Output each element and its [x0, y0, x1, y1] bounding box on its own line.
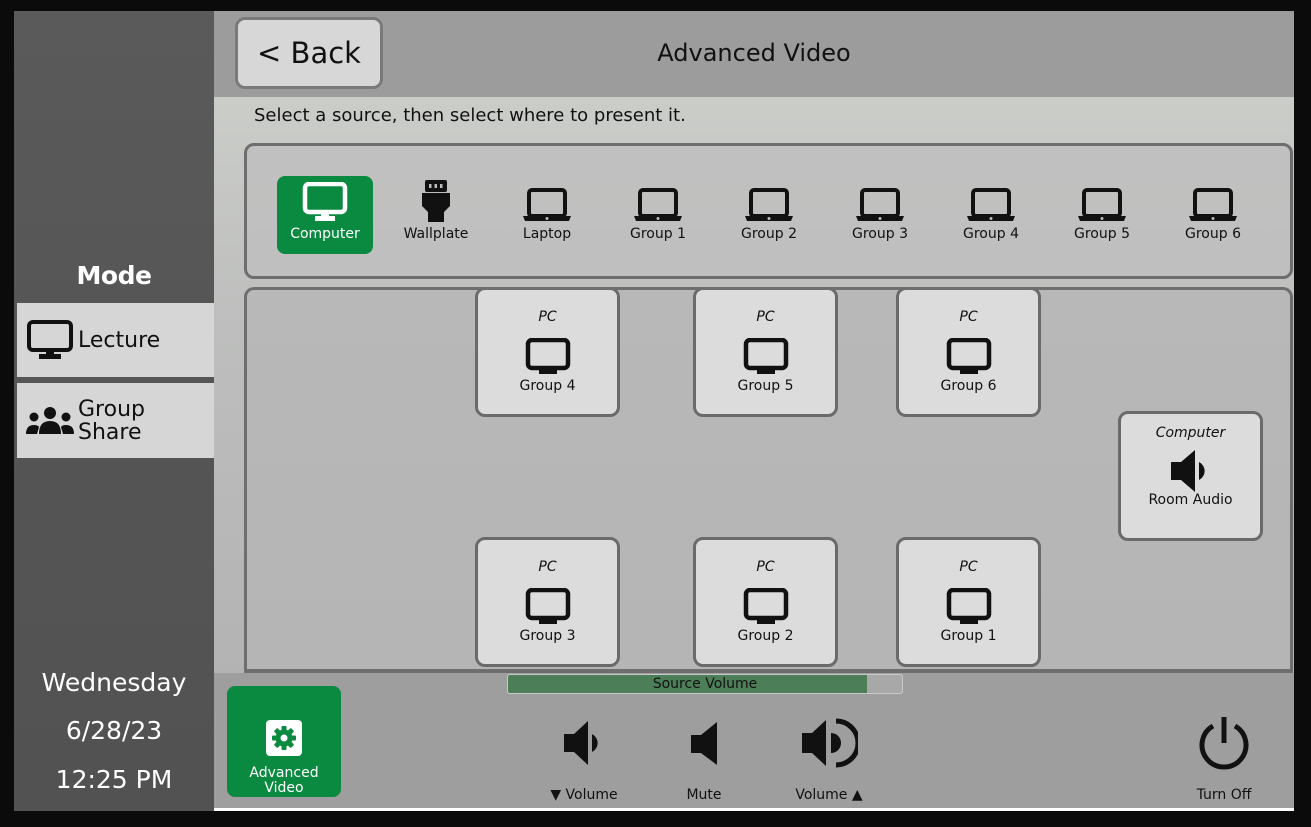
destination-label: Group 2 [737, 628, 794, 644]
instruction-text: Select a source, then select where to pr… [254, 105, 686, 126]
speaker-icon [1169, 450, 1213, 492]
content-area: Select a source, then select where to pr… [214, 97, 1294, 673]
laptop-icon [1078, 176, 1126, 226]
power-icon [1196, 713, 1252, 773]
source-group-1[interactable]: Group 1 [610, 176, 706, 254]
source-group-3[interactable]: Group 3 [832, 176, 928, 254]
source-group-6[interactable]: Group 6 [1165, 176, 1261, 254]
hdmi-plug-icon [421, 176, 451, 226]
gear-icon [266, 720, 302, 756]
destination-current-source: PC [756, 559, 775, 575]
destination-current-source: PC [538, 309, 557, 325]
source-group-2[interactable]: Group 2 [721, 176, 817, 254]
source-computer[interactable]: Computer [277, 176, 373, 254]
destination-current-source: PC [538, 559, 557, 575]
destination-label: Group 3 [519, 628, 576, 644]
destination-label: Group 4 [519, 378, 576, 394]
destination-group-3[interactable]: PC Group 3 [475, 537, 620, 667]
mute-button[interactable]: Mute [674, 713, 734, 803]
mode-lecture-label: Lecture [78, 327, 161, 353]
source-volume-bar[interactable]: Source Volume [507, 674, 903, 694]
turn-off-label: Turn Off [1196, 787, 1252, 803]
destination-group-4[interactable]: PC Group 4 [475, 290, 620, 417]
volume-down-label: ▼ Volume [550, 787, 618, 803]
advanced-video-button[interactable]: Advanced Video [227, 686, 341, 797]
source-label: Group 1 [630, 226, 686, 242]
mute-label: Mute [686, 787, 722, 803]
mode-group-share-label: Group Share [78, 396, 145, 445]
source-group-4[interactable]: Group 4 [943, 176, 1039, 254]
laptop-icon [1189, 176, 1237, 226]
date: 6/28/23 [65, 716, 163, 745]
destination-current-source: PC [959, 309, 978, 325]
monitor-icon [743, 338, 789, 376]
laptop-icon [634, 176, 682, 226]
destination-label: Room Audio [1148, 492, 1233, 508]
page-title: Advanced Video [657, 39, 851, 67]
destination-group-5[interactable]: PC Group 5 [693, 290, 838, 417]
volume-down-button[interactable]: ▼ Volume [544, 713, 624, 803]
touch-panel-screen: Mode Lecture Group Share Wednesday 6/28/… [14, 11, 1294, 811]
destination-label: Group 5 [737, 378, 794, 394]
speaker-mute-icon [689, 713, 719, 773]
volume-up-label: Volume ▲ [795, 787, 863, 803]
destination-panel: PC Group 4 PC Group 5 PC Group 6 Compute… [244, 287, 1293, 673]
monitor-icon [302, 176, 348, 226]
back-button[interactable]: < Back [235, 17, 383, 89]
source-label: Group 6 [1185, 226, 1241, 242]
bottom-bar: Advanced Video Source Volume ▼ Volume Mu… [214, 673, 1294, 811]
bottom-divider [214, 808, 1294, 811]
volume-up-button[interactable]: Volume ▲ [784, 713, 874, 803]
destination-current-source: PC [756, 309, 775, 325]
laptop-icon [523, 176, 571, 226]
destination-label: Group 1 [940, 628, 997, 644]
mode-title: Mode [76, 261, 152, 290]
destination-current-source: Computer [1155, 425, 1226, 441]
source-volume-label: Source Volume [652, 676, 758, 692]
destination-group-2[interactable]: PC Group 2 [693, 537, 838, 667]
mode-lecture-button[interactable]: Lecture [17, 303, 227, 377]
source-label: Group 2 [741, 226, 797, 242]
source-label: Group 5 [1074, 226, 1130, 242]
advanced-video-label: Advanced Video [249, 765, 319, 796]
mode-group-share-button[interactable]: Group Share [17, 383, 227, 458]
monitor-icon [743, 588, 789, 626]
users-icon [25, 399, 75, 443]
source-label: Group 4 [963, 226, 1019, 242]
monitor-icon [525, 338, 571, 376]
header: < Back Advanced Video [214, 11, 1294, 97]
destination-current-source: PC [959, 559, 978, 575]
source-label: Laptop [522, 226, 572, 242]
destination-label: Group 6 [940, 378, 997, 394]
monitor-icon [946, 588, 992, 626]
source-panel: Computer Wallplate Laptop Group 1 Group … [244, 143, 1293, 279]
source-label: Group 3 [852, 226, 908, 242]
sidebar: Mode Lecture Group Share Wednesday 6/28/… [14, 11, 227, 811]
monitor-icon [946, 338, 992, 376]
destination-room-audio[interactable]: Computer Room Audio [1118, 411, 1263, 541]
destination-group-6[interactable]: PC Group 6 [896, 290, 1041, 417]
monitor-icon [525, 588, 571, 626]
laptop-icon [745, 176, 793, 226]
volume-up-icon [800, 713, 858, 773]
source-label: Computer [290, 226, 360, 242]
monitor-icon [25, 318, 75, 362]
laptop-icon [856, 176, 904, 226]
source-laptop[interactable]: Laptop [499, 176, 595, 254]
source-wallplate[interactable]: Wallplate [388, 176, 484, 254]
day-of-week: Wednesday [41, 668, 187, 697]
volume-down-icon [562, 713, 606, 773]
turn-off-button[interactable]: Turn Off [1184, 713, 1264, 803]
destination-group-1[interactable]: PC Group 1 [896, 537, 1041, 667]
laptop-icon [967, 176, 1015, 226]
source-group-5[interactable]: Group 5 [1054, 176, 1150, 254]
time: 12:25 PM [55, 765, 173, 794]
source-label: Wallplate [403, 226, 469, 242]
